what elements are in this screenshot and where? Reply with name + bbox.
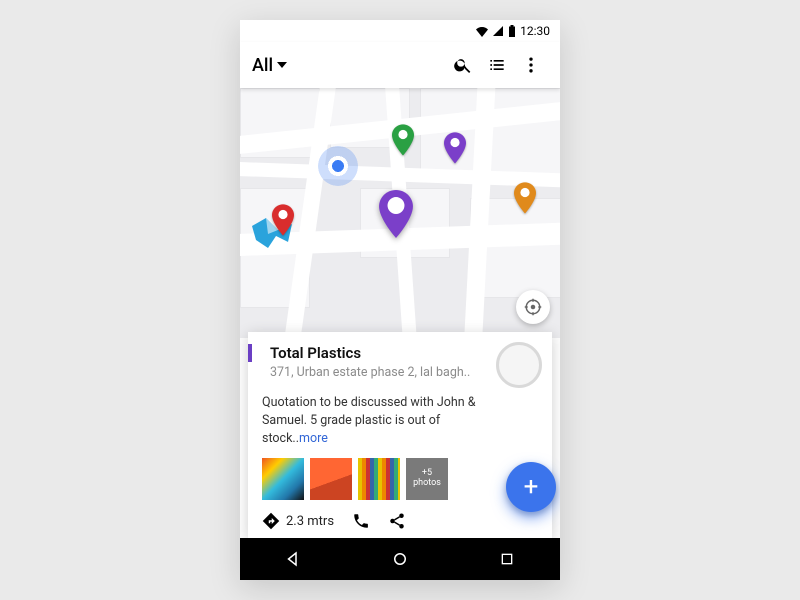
- map-pin[interactable]: [514, 182, 536, 214]
- share-button[interactable]: [388, 512, 406, 530]
- search-button[interactable]: [446, 48, 480, 82]
- battery-icon: [508, 25, 516, 37]
- map-pin-selected[interactable]: [378, 190, 414, 238]
- list-button[interactable]: [480, 48, 514, 82]
- filter-dropdown[interactable]: All: [252, 55, 287, 76]
- nav-back[interactable]: [273, 539, 313, 579]
- directions-button[interactable]: 2.3 mtrs: [262, 512, 334, 530]
- my-location-icon: [524, 298, 542, 316]
- card-area: Total Plastics 371, Urban estate phase 2…: [240, 338, 560, 538]
- call-button[interactable]: [352, 512, 370, 530]
- app-bar: All: [240, 42, 560, 88]
- place-note: Quotation to be discussed with John & Sa…: [262, 394, 538, 448]
- photo-thumb[interactable]: [310, 458, 352, 500]
- nav-home[interactable]: [380, 539, 420, 579]
- my-location-dot: [318, 146, 358, 186]
- more-label: photos: [413, 479, 441, 489]
- my-location-button[interactable]: [516, 290, 550, 324]
- filter-label: All: [252, 55, 273, 76]
- photo-thumb-more[interactable]: +5 photos: [406, 458, 448, 500]
- photo-thumb[interactable]: [262, 458, 304, 500]
- device-frame: 12:30 All: [240, 20, 560, 580]
- share-icon: [388, 512, 406, 530]
- nav-recent[interactable]: [487, 539, 527, 579]
- card-actions: 2.3 mtrs: [262, 512, 538, 530]
- search-icon: [453, 55, 473, 75]
- note-text: Quotation to be discussed with John & Sa…: [262, 395, 476, 446]
- clock: 12:30: [520, 24, 550, 38]
- note-more-link[interactable]: more: [299, 431, 328, 446]
- plus-icon: +: [524, 472, 539, 502]
- fab-add[interactable]: +: [506, 462, 556, 512]
- signal-icon: [492, 25, 504, 37]
- photo-thumbnails: +5 photos: [262, 458, 538, 500]
- wifi-icon: [476, 25, 488, 37]
- phone-icon: [352, 512, 370, 530]
- chevron-down-icon: [277, 60, 287, 70]
- place-card[interactable]: Total Plastics 371, Urban estate phase 2…: [248, 332, 552, 538]
- map-pin[interactable]: [444, 132, 466, 164]
- map-pin[interactable]: [392, 124, 414, 156]
- map-view[interactable]: [240, 88, 560, 338]
- android-nav-bar: [240, 538, 560, 580]
- overflow-icon: [521, 55, 541, 75]
- list-icon: [487, 55, 507, 75]
- map-pin[interactable]: [272, 204, 294, 236]
- overflow-button[interactable]: [514, 48, 548, 82]
- photo-thumb[interactable]: [358, 458, 400, 500]
- distance-label: 2.3 mtrs: [286, 514, 334, 529]
- category-stripe: [248, 344, 252, 362]
- directions-icon: [262, 512, 280, 530]
- avatar[interactable]: [496, 342, 542, 388]
- status-bar: 12:30: [240, 20, 560, 42]
